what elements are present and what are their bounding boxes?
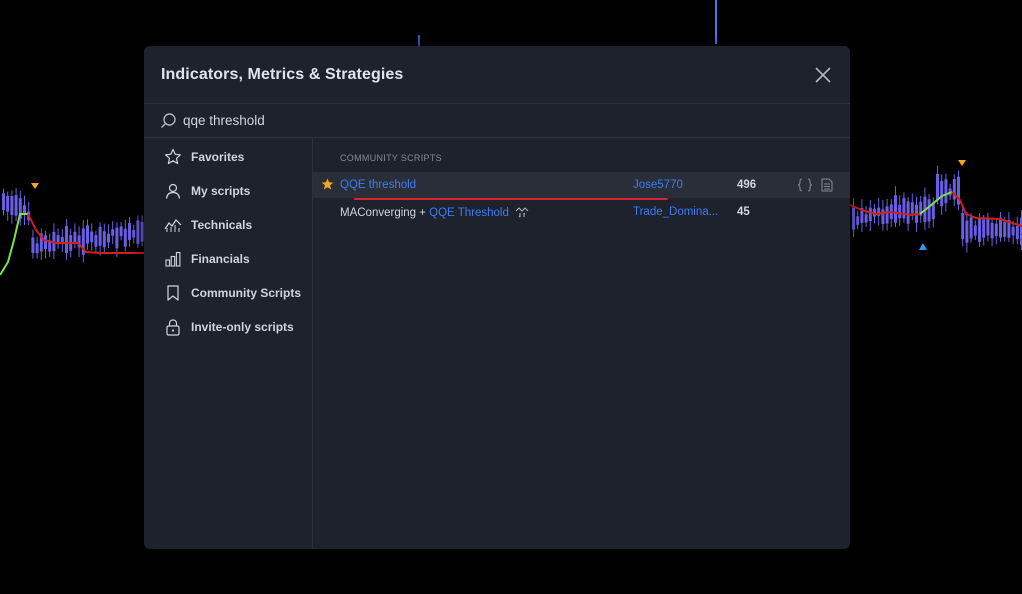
sidebar-item-label: Invite-only scripts [191,320,294,334]
sidebar-item-technicals[interactable]: Technicals [144,210,312,240]
candle-body [73,231,77,244]
sidebar-item-financials[interactable]: Financials [144,244,312,274]
candle-body [999,217,1002,238]
candle-body [978,218,981,242]
result-row[interactable]: QQE threshold Jose5770 496 [313,172,850,198]
result-author[interactable]: Trade_Domina... [633,206,721,218]
candle-body [94,234,98,247]
candle-body [1011,226,1015,236]
dialog-header: Indicators, Metrics & Strategies [144,46,850,104]
left-candles [2,188,144,263]
candle-body [132,230,136,238]
dialog-title: Indicators, Metrics & Strategies [161,66,404,83]
candle-body [982,219,986,238]
candle-body [107,233,110,243]
result-row[interactable]: MAConverging + QQE Threshold Trade_Domin… [313,199,850,225]
sidebar-item-community-scripts[interactable]: Community Scripts [144,278,312,308]
candle-body [86,225,89,244]
sidebar-item-label: My scripts [191,184,251,198]
user-icon [165,183,181,199]
candle-body [881,209,885,225]
candle-body [14,195,18,216]
candle-body [973,225,977,236]
sidebar-item-label: Technicals [191,218,253,232]
candle-body [136,220,140,244]
candle-body [944,179,948,204]
source-code-icon[interactable] [797,178,813,192]
bar-chart-icon [165,251,181,267]
candle-body [965,220,969,243]
candle-body [986,217,990,236]
results-panel: COMMUNITY SCRIPTS QQE threshold Jose5770… [313,138,850,549]
candle-body [990,222,994,239]
candle-body [852,207,855,230]
candle-body [90,231,94,243]
candle-body [1003,222,1007,237]
search-bar [144,104,850,138]
candle-body [119,226,123,237]
sidebar-item-label: Community Scripts [191,286,302,300]
sidebar-item-my-scripts[interactable]: My scripts [144,176,312,206]
star-icon [165,148,181,165]
search-icon [161,113,176,128]
trend-line-green-left [0,213,28,276]
candle-body [961,212,965,240]
candle-body [864,214,868,223]
candle-body [906,201,910,224]
strategy-icon [515,207,529,218]
candle-body [10,196,14,216]
sidebar-item-label: Favorites [191,150,245,164]
document-icon[interactable] [821,178,833,192]
candle-body [927,199,931,222]
candle-body [936,173,939,201]
result-name[interactable]: MAConverging + QQE Threshold [340,206,529,219]
candle-body [994,223,998,236]
sidebar: Favorites My scripts Technicals Financia… [144,138,313,549]
favorite-star-icon[interactable] [321,178,334,191]
candle-body [31,237,35,253]
candle-body [885,206,889,224]
sell-marker-right [958,160,966,166]
sidebar-item-favorites[interactable]: Favorites [144,142,312,172]
result-name-link[interactable]: QQE Threshold [429,207,509,219]
candle-body [102,231,106,248]
result-name-link[interactable]: QQE threshold [340,179,416,191]
candle-body [123,228,127,247]
buy-marker-right [919,243,927,250]
indicators-dialog: Indicators, Metrics & Strategies Favorit… [144,46,850,549]
result-name[interactable]: QQE threshold [340,179,416,191]
candle-body [6,195,10,212]
candle-body [2,193,5,211]
candle-body [898,204,902,219]
candle-body [98,226,102,246]
candle-body [910,202,914,214]
result-count: 496 [737,179,757,191]
search-input[interactable] [183,110,823,130]
candle-body [35,243,39,254]
section-title: COMMUNITY SCRIPTS [340,153,442,163]
candle-body [44,235,47,249]
candle-body [128,222,131,240]
candle-body [1015,225,1019,240]
result-count: 45 [737,206,750,218]
candle-body [868,207,872,221]
chart-icon [164,219,182,232]
candle-body [111,229,115,236]
candle-body [115,227,119,249]
candle-body [65,225,68,253]
sell-marker-left [31,183,39,189]
candle-body [969,217,973,239]
candle-body [894,195,897,223]
right-candles [852,165,1022,253]
close-icon[interactable] [814,66,832,84]
candle-body [940,180,944,207]
result-author[interactable]: Jose5770 [633,179,721,191]
bookmark-icon [167,285,179,301]
candle-body [856,216,860,225]
sidebar-item-invite-only-scripts[interactable]: Invite-only scripts [144,312,312,342]
candle-body [902,197,906,219]
sidebar-item-label: Financials [191,252,250,266]
lock-icon [166,319,180,336]
